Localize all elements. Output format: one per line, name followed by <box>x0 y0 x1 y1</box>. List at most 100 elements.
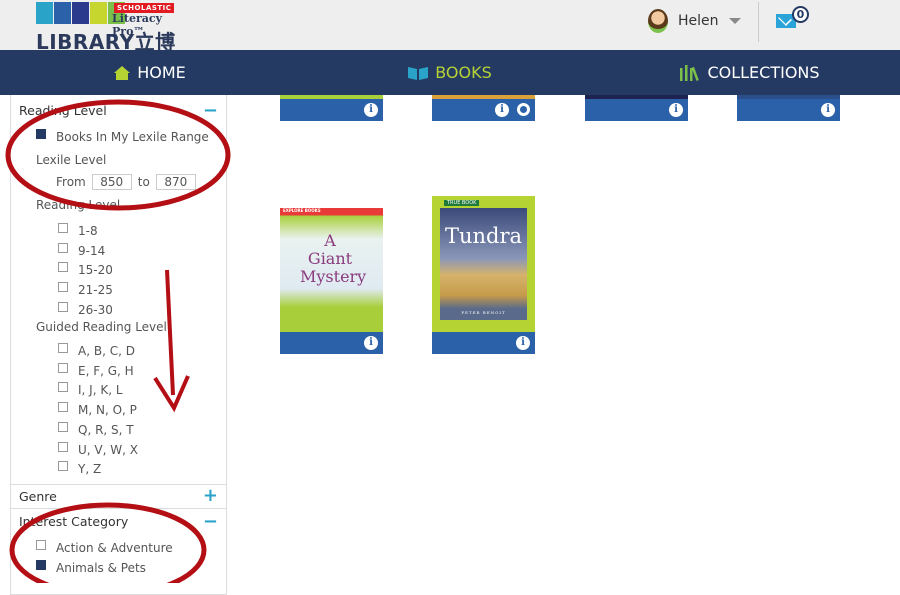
level-option[interactable]: U, V, W, X <box>58 441 273 457</box>
home-icon <box>114 65 131 80</box>
level-option[interactable]: 21-25 <box>58 282 273 298</box>
level-option[interactable]: 1-8 <box>58 223 273 238</box>
checkbox[interactable] <box>36 540 46 550</box>
checkbox[interactable] <box>58 421 68 432</box>
option-label: 26-30 <box>78 302 113 317</box>
section-reading-level[interactable]: Reading Level <box>19 103 234 118</box>
checkbox[interactable] <box>58 343 68 353</box>
level-option[interactable]: 15-20 <box>58 262 273 278</box>
book-card-a-giant-mystery[interactable]: EXPLORE BOOKS A Giant Mystery i <box>280 208 383 354</box>
level-option[interactable]: 9-14 <box>58 242 273 258</box>
book-card[interactable]: i <box>280 95 383 121</box>
divider <box>11 484 226 485</box>
nav-home[interactable]: HOME <box>0 50 300 95</box>
info-icon[interactable]: i <box>669 103 683 117</box>
avatar <box>648 9 668 33</box>
lexile-range: From to <box>56 174 271 190</box>
level-option[interactable]: I, J, K, L <box>58 382 273 398</box>
book-author: PETER BENOIT <box>461 310 506 315</box>
to-label: to <box>137 175 150 189</box>
message-count-badge: 0 <box>792 6 809 23</box>
info-icon[interactable]: i <box>495 103 509 117</box>
checkbox[interactable] <box>58 402 68 413</box>
checkbox[interactable] <box>58 461 68 472</box>
option-label: 9-14 <box>78 243 106 258</box>
section-interest-category[interactable]: Interest Category <box>19 514 234 529</box>
reading-level-sublabel: Reading Level <box>36 198 121 212</box>
lexile-level-label: Lexile Level <box>36 153 107 167</box>
option-label: 21-25 <box>78 283 113 298</box>
book-cover[interactable]: TRUE BOOK Tundra PETER BENOIT <box>432 196 535 332</box>
level-option[interactable]: 26-30 <box>58 301 273 317</box>
from-label: From <box>56 175 86 189</box>
circle-icon[interactable] <box>517 103 530 116</box>
divider <box>758 2 759 42</box>
book-bar: i <box>432 332 535 354</box>
checkbox[interactable] <box>58 262 68 273</box>
series-label: EXPLORE BOOKS <box>283 208 321 213</box>
level-option[interactable]: Y, Z <box>58 461 273 477</box>
divider <box>11 508 226 509</box>
option-label: I, J, K, L <box>78 383 123 398</box>
book-card[interactable]: i <box>432 95 535 121</box>
level-option[interactable]: A, B, C, D <box>58 343 273 358</box>
nav-home-label: HOME <box>137 63 186 82</box>
literacy-pro-library-logo[interactable]: SCHOLASTIC Literacy Pro™ LIBRARY立博 <box>36 2 196 54</box>
option-label: M, N, O, P <box>78 403 137 418</box>
option-label: Y, Z <box>78 462 102 477</box>
checkbox[interactable] <box>58 441 68 452</box>
option-label: U, V, W, X <box>78 442 138 457</box>
header: SCHOLASTIC Literacy Pro™ LIBRARY立博 Helen… <box>0 0 900 54</box>
user-name: Helen <box>678 13 719 29</box>
book-icon <box>408 66 429 80</box>
book-bar: i <box>280 99 383 121</box>
expand-icon[interactable]: + <box>203 487 218 505</box>
info-icon[interactable]: i <box>364 103 378 117</box>
option-label: 1-8 <box>78 224 98 238</box>
info-icon[interactable]: i <box>364 336 378 350</box>
checkbox[interactable] <box>58 223 68 233</box>
book-cover[interactable]: EXPLORE BOOKS A Giant Mystery <box>280 208 383 332</box>
option-label: Q, R, S, T <box>78 422 134 437</box>
checkbox[interactable] <box>58 362 68 373</box>
book-title: A Giant Mystery <box>300 231 367 286</box>
option-label: Action & Adventure <box>56 541 173 555</box>
main-nav: HOME BOOKS COLLECTIONS <box>0 50 900 95</box>
interest-option[interactable]: Animals & Pets <box>36 560 251 575</box>
book-title: Tundra <box>444 224 523 248</box>
checkbox[interactable] <box>58 382 68 393</box>
checkbox[interactable] <box>36 129 46 139</box>
nav-books-label: BOOKS <box>435 63 492 82</box>
checkbox[interactable] <box>58 301 68 312</box>
nav-collections[interactable]: COLLECTIONS <box>600 50 900 95</box>
level-option[interactable]: E, F, G, H <box>58 362 273 378</box>
book-card-tundra[interactable]: TRUE BOOK Tundra PETER BENOIT i <box>432 196 535 354</box>
info-icon[interactable]: i <box>821 103 835 117</box>
nav-books[interactable]: BOOKS <box>300 50 600 95</box>
option-label: E, F, G, H <box>78 363 134 378</box>
lexile-from-input[interactable] <box>91 174 132 190</box>
series-label: TRUE BOOK <box>444 200 480 206</box>
user-menu[interactable]: Helen <box>648 9 741 33</box>
checkbox[interactable] <box>36 560 46 570</box>
level-option[interactable]: Q, R, S, T <box>58 421 273 437</box>
collapse-icon[interactable]: − <box>203 513 218 531</box>
book-card[interactable]: i <box>585 95 688 121</box>
checkbox[interactable] <box>58 242 68 253</box>
book-bar: i <box>585 99 688 121</box>
section-genre[interactable]: Genre <box>19 489 234 504</box>
lexile-to-input[interactable] <box>155 174 196 190</box>
option-label: 15-20 <box>78 263 113 278</box>
book-bar: i <box>432 99 535 121</box>
option-label: Books In My Lexile Range <box>56 130 209 144</box>
guided-reading-level-label: Guided Reading Level <box>36 320 167 334</box>
level-option[interactable]: M, N, O, P <box>58 402 273 418</box>
collapse-icon[interactable]: − <box>203 102 218 120</box>
interest-option[interactable]: Action & Adventure <box>36 540 251 555</box>
info-icon[interactable]: i <box>516 336 530 350</box>
nav-collections-label: COLLECTIONS <box>707 63 820 82</box>
book-card[interactable]: i <box>737 95 840 121</box>
chevron-down-icon <box>728 18 741 24</box>
my-lexile-range-option[interactable]: Books In My Lexile Range <box>36 129 251 144</box>
checkbox[interactable] <box>58 282 68 293</box>
